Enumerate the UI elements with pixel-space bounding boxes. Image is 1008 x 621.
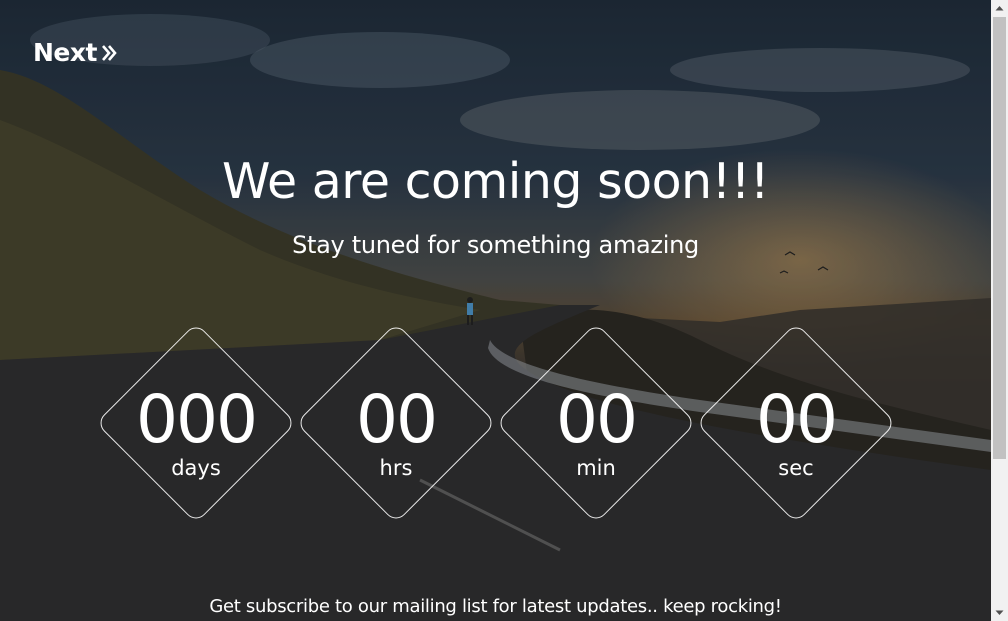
countdown-seconds: 00 sec	[695, 322, 897, 524]
countdown-value: 00	[556, 381, 638, 458]
page-subtitle: Stay tuned for something amazing	[292, 231, 699, 259]
countdown-unit: days	[171, 456, 221, 480]
brand-logo[interactable]: Next	[33, 38, 119, 67]
countdown-value: 000	[136, 381, 258, 458]
scroll-up-arrow-icon[interactable]	[991, 0, 1008, 17]
countdown-value: 00	[356, 381, 438, 458]
page-title: We are coming soon!!!	[221, 153, 770, 210]
scroll-down-arrow-icon[interactable]	[991, 604, 1008, 621]
countdown-days: 000 days	[95, 322, 297, 524]
logo-text: Next	[33, 38, 97, 67]
countdown-unit: hrs	[379, 456, 413, 480]
vertical-scrollbar[interactable]	[991, 0, 1008, 621]
double-chevron-right-icon	[101, 44, 117, 61]
mailing-list-message: Get subscribe to our mailing list for la…	[209, 596, 782, 617]
coming-soon-page: Next We are coming soon!!! Stay tuned fo…	[0, 0, 1008, 621]
scrollbar-thumb[interactable]	[993, 17, 1006, 459]
countdown-value: 00	[756, 381, 838, 458]
countdown-hours: 00 hrs	[295, 322, 497, 524]
countdown-minutes: 00 min	[495, 322, 697, 524]
countdown-unit: min	[576, 456, 616, 480]
dark-overlay	[0, 0, 991, 621]
countdown-unit: sec	[778, 456, 814, 480]
